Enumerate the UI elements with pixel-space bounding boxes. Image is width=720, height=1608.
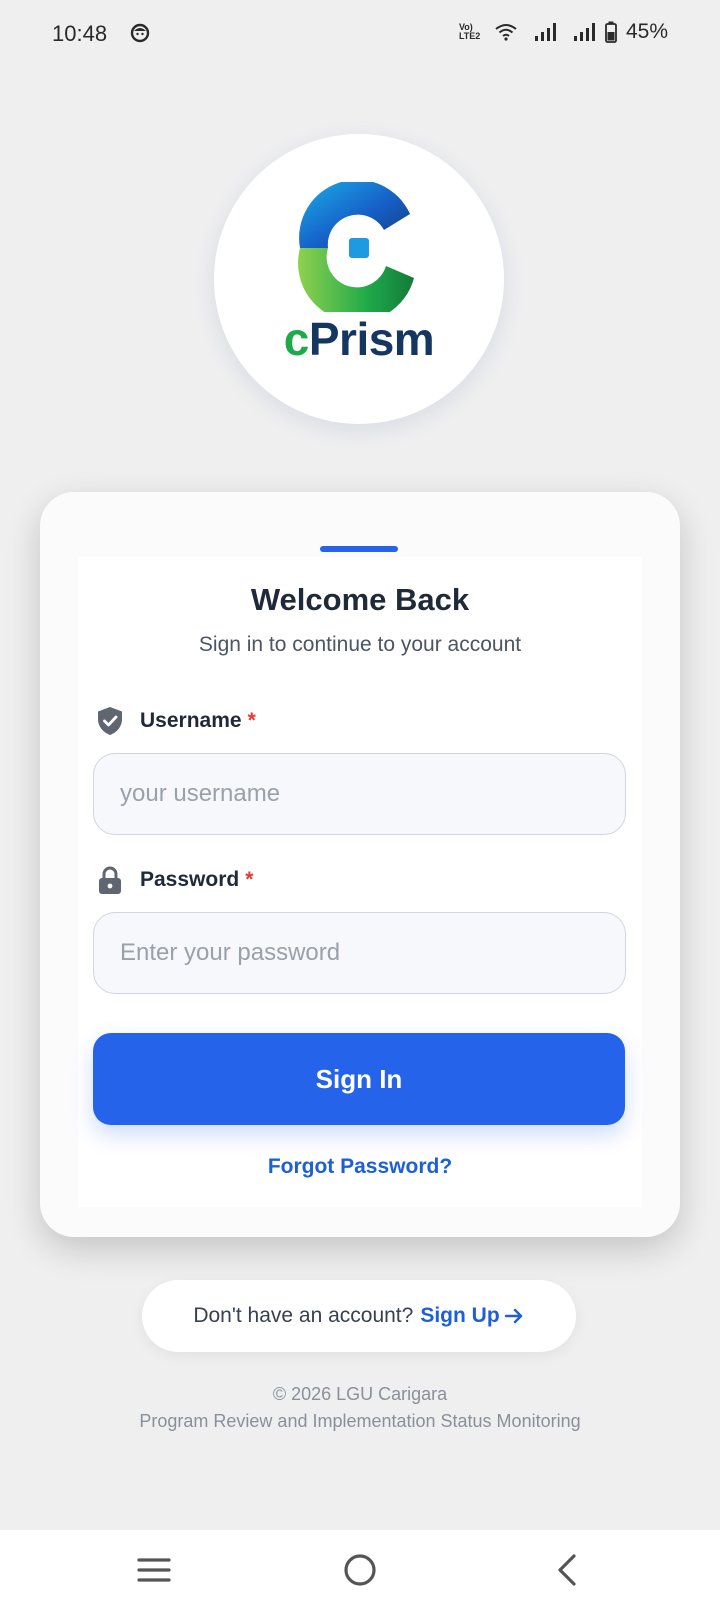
password-label-text: Password <box>140 868 240 891</box>
system-nav-bar <box>0 1530 720 1608</box>
back-icon[interactable] <box>548 1550 588 1590</box>
brand-name: cPrism <box>214 312 504 366</box>
cprism-logo-icon <box>298 182 414 312</box>
recent-apps-icon[interactable] <box>134 1550 174 1590</box>
signal-icon <box>534 23 556 41</box>
password-input[interactable] <box>93 912 626 994</box>
wifi-icon <box>495 24 517 41</box>
status-icons: Vo) LTE2 45% <box>459 20 668 44</box>
arrow-right-icon <box>504 1308 522 1324</box>
required-mark: * <box>247 709 256 732</box>
required-mark: * <box>245 868 254 891</box>
status-bar: 10:48 Vo) LTE2 45% <box>0 0 720 70</box>
status-time: 10:48 <box>52 21 108 46</box>
footer-tagline: Program Review and Implementation Status… <box>139 1411 581 1431</box>
home-icon[interactable] <box>340 1550 380 1590</box>
signal-icon <box>573 23 595 41</box>
sign-up-link[interactable]: Sign Up <box>420 1304 524 1328</box>
app-logo: cPrism <box>214 134 504 424</box>
footer-copyright: © 2026 LGU Carigara <box>272 1384 448 1404</box>
card-accent-bar <box>320 546 398 552</box>
page-subtitle: Sign in to continue to your account <box>198 633 522 656</box>
sign-up-label: Sign Up <box>420 1304 500 1327</box>
shield-check-icon <box>98 707 122 735</box>
forgot-password-link[interactable]: Forgot Password? <box>0 1155 720 1179</box>
signup-prompt: Don't have an account? Sign Up <box>142 1280 576 1352</box>
username-label: Username * <box>96 706 256 736</box>
page-title: Welcome Back <box>250 582 470 617</box>
brand-suffix: Prism <box>308 313 435 365</box>
signup-question: Don't have an account? <box>193 1304 414 1327</box>
brand-prefix: c <box>283 313 310 365</box>
lock-icon <box>99 866 121 894</box>
battery-icon <box>605 21 617 43</box>
face-notification-icon <box>130 23 150 43</box>
battery-percent: 45% <box>625 20 668 43</box>
network-label: Vo) LTE2 <box>458 22 481 41</box>
username-label-text: Username <box>140 709 242 732</box>
password-label: Password * <box>96 865 253 895</box>
sign-in-button[interactable]: Sign In <box>93 1033 625 1125</box>
username-input[interactable] <box>93 753 626 835</box>
